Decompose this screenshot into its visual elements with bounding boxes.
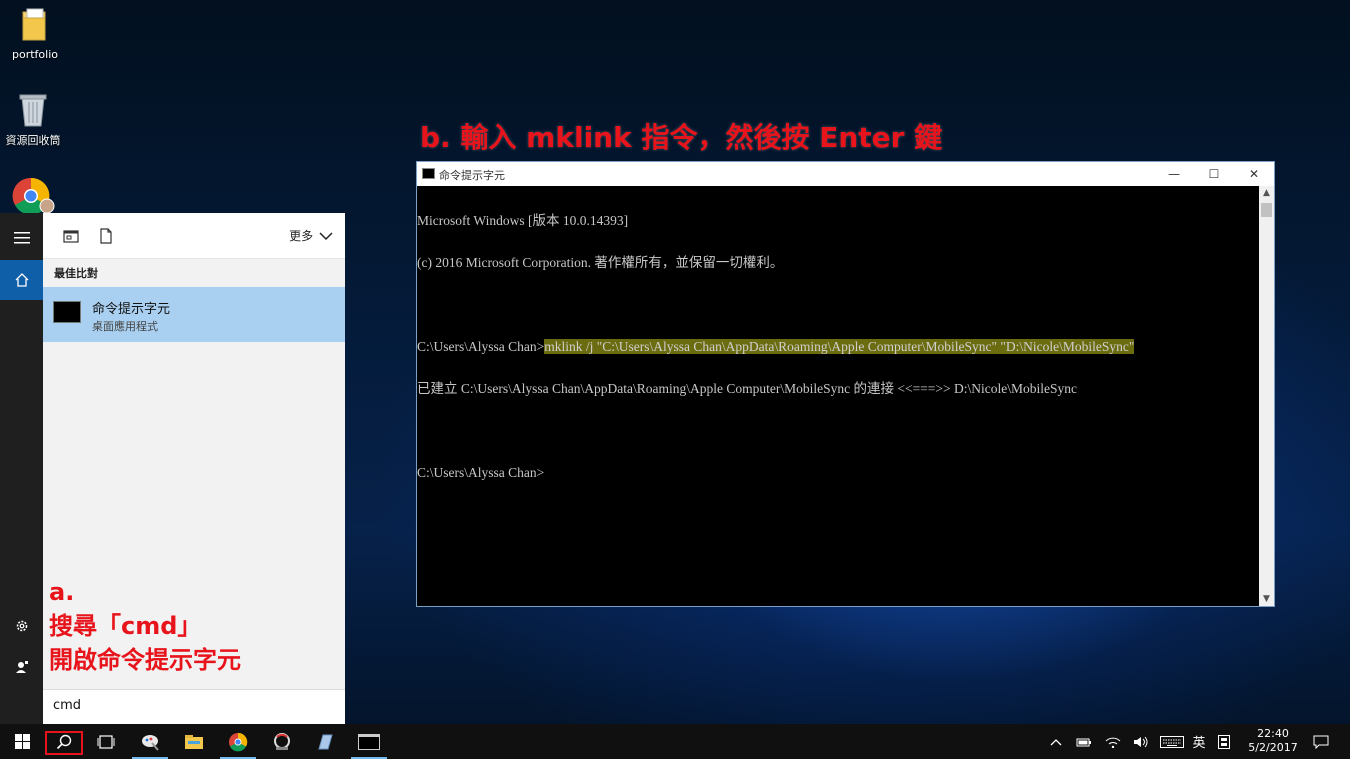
settings-button[interactable] [0, 606, 43, 646]
highlighted-mklink-command: mklink /j "C:\Users\Alyssa Chan\AppData\… [544, 339, 1135, 354]
clock-date: 5/2/2017 [1248, 741, 1298, 754]
volume-control[interactable] [1130, 724, 1152, 759]
desktop-icon-recycle-bin[interactable]: 資源回收筒 [0, 92, 68, 148]
console-output[interactable]: Microsoft Windows [版本 10.0.14393] (c) 20… [417, 186, 1259, 606]
annotation-step-b: b. 輸入 mklink 指令，然後按 Enter 鍵 [420, 121, 943, 154]
taskbar-app-file-explorer[interactable] [172, 724, 216, 759]
touch-keyboard-button[interactable] [1158, 724, 1186, 759]
scrollbar-thumb[interactable] [1261, 203, 1272, 217]
chevron-down-icon [319, 232, 333, 241]
search-filter-bar: 更多 [43, 213, 345, 259]
more-label: 更多 [289, 229, 314, 243]
recycle-bin-icon [19, 94, 47, 127]
taskbar-app-command-prompt[interactable] [347, 724, 391, 759]
desktop-icon-label: portfolio [12, 48, 58, 61]
desktop-icon-label: 資源回收筒 [5, 134, 61, 147]
close-button[interactable]: ✕ [1234, 162, 1274, 186]
file-explorer-icon [185, 734, 203, 749]
windows-logo-icon [14, 734, 30, 749]
documents-filter-icon[interactable] [97, 227, 115, 245]
chrome-icon [229, 732, 248, 751]
apps-filter-icon[interactable] [62, 227, 80, 245]
console-line: (c) 2016 Microsoft Corporation. 著作權所有，並保… [417, 255, 784, 270]
hamburger-menu-button[interactable] [0, 218, 43, 258]
folder-icon [22, 8, 46, 41]
home-icon [15, 273, 28, 287]
start-menu-rail [0, 213, 43, 724]
cmd-window-icon [422, 168, 435, 179]
taskbar: 英 22:40 5/2/2017 [0, 724, 1350, 759]
search-results-panel: 更多 最佳比對 命令提示字元 桌面應用程式 a. 搜尋「cmd」 開啟命令提示字… [43, 213, 345, 724]
paint-app-icon [142, 734, 159, 751]
show-hidden-icons-button[interactable] [1046, 724, 1066, 759]
action-center-button[interactable] [1308, 724, 1334, 759]
window-title: 命令提示字元 [439, 169, 505, 182]
battery-icon [1076, 738, 1091, 746]
desktop-icon-chrome-user[interactable] [0, 176, 68, 218]
maximize-button[interactable]: ☐ [1194, 162, 1234, 186]
chrome-user-icon [12, 177, 55, 214]
recorder-app-icon [274, 732, 290, 750]
command-prompt-icon [358, 733, 380, 750]
result-subtitle: 桌面應用程式 [92, 320, 158, 333]
feedback-person-icon [15, 661, 28, 673]
hamburger-icon [13, 232, 30, 244]
ime-mode-button[interactable] [1214, 724, 1234, 759]
console-line: 已建立 C:\Users\Alyssa Chan\AppData\Roaming… [417, 381, 1077, 396]
taskbar-app-notes[interactable] [303, 724, 347, 759]
annotation-a-line1: a. [49, 578, 75, 606]
console-line: C:\Users\Alyssa Chan>mklink /j "C:\Users… [417, 339, 1259, 354]
taskbar-app-snipping[interactable] [128, 724, 172, 759]
result-name: 命令提示字元 [92, 302, 171, 317]
console-line: Microsoft Windows [版本 10.0.14393] [417, 213, 629, 228]
taskbar-app-recorder[interactable] [260, 724, 304, 759]
feedback-button[interactable] [0, 647, 43, 687]
best-match-result-command-prompt[interactable]: 命令提示字元 桌面應用程式 [43, 287, 345, 342]
start-button[interactable] [0, 724, 44, 759]
notes-app-icon [318, 734, 333, 749]
vertical-scrollbar[interactable]: ▲ ▼ [1259, 186, 1274, 606]
scroll-up-icon[interactable]: ▲ [1259, 188, 1274, 198]
window-title-bar[interactable]: 命令提示字元 — ☐ ✕ [417, 162, 1274, 186]
keyboard-icon [1160, 735, 1184, 748]
more-filters-button[interactable]: 更多 [289, 227, 333, 244]
clock-time: 22:40 [1257, 727, 1289, 740]
command-prompt-app-icon [53, 301, 81, 323]
annotation-a-line3: 開啟命令提示字元 [49, 646, 241, 674]
system-clock[interactable]: 22:40 5/2/2017 [1240, 727, 1306, 755]
annotation-step-a: a. 搜尋「cmd」 開啟命令提示字元 [49, 575, 241, 677]
input-language-indicator[interactable]: 英 [1188, 724, 1210, 759]
desktop-icon-portfolio[interactable]: portfolio [0, 8, 70, 61]
annotation-a-line2: 搜尋「cmd」 [49, 612, 202, 640]
battery-status[interactable] [1073, 724, 1095, 759]
taskbar-app-chrome[interactable] [216, 724, 260, 759]
wifi-icon [1105, 737, 1121, 748]
search-input[interactable]: cmd [43, 689, 345, 724]
speaker-icon [1134, 736, 1148, 747]
task-view-icon [97, 734, 115, 749]
task-view-button[interactable] [84, 724, 128, 759]
console-line: C:\Users\Alyssa Chan> [417, 465, 545, 480]
console-prompt: C:\Users\Alyssa Chan> [417, 339, 545, 354]
chevron-up-icon [1050, 738, 1062, 745]
scroll-down-icon[interactable]: ▼ [1259, 594, 1274, 604]
network-status[interactable] [1102, 724, 1124, 759]
command-prompt-window[interactable]: 命令提示字元 — ☐ ✕ Microsoft Windows [版本 10.0.… [416, 161, 1275, 607]
gear-icon [16, 620, 27, 632]
search-button-highlight [45, 731, 83, 755]
notification-icon [1313, 735, 1329, 749]
home-button[interactable] [0, 260, 43, 300]
ime-mode-icon [1218, 734, 1230, 749]
best-match-heading: 最佳比對 [54, 267, 98, 280]
minimize-button[interactable]: — [1154, 162, 1194, 186]
